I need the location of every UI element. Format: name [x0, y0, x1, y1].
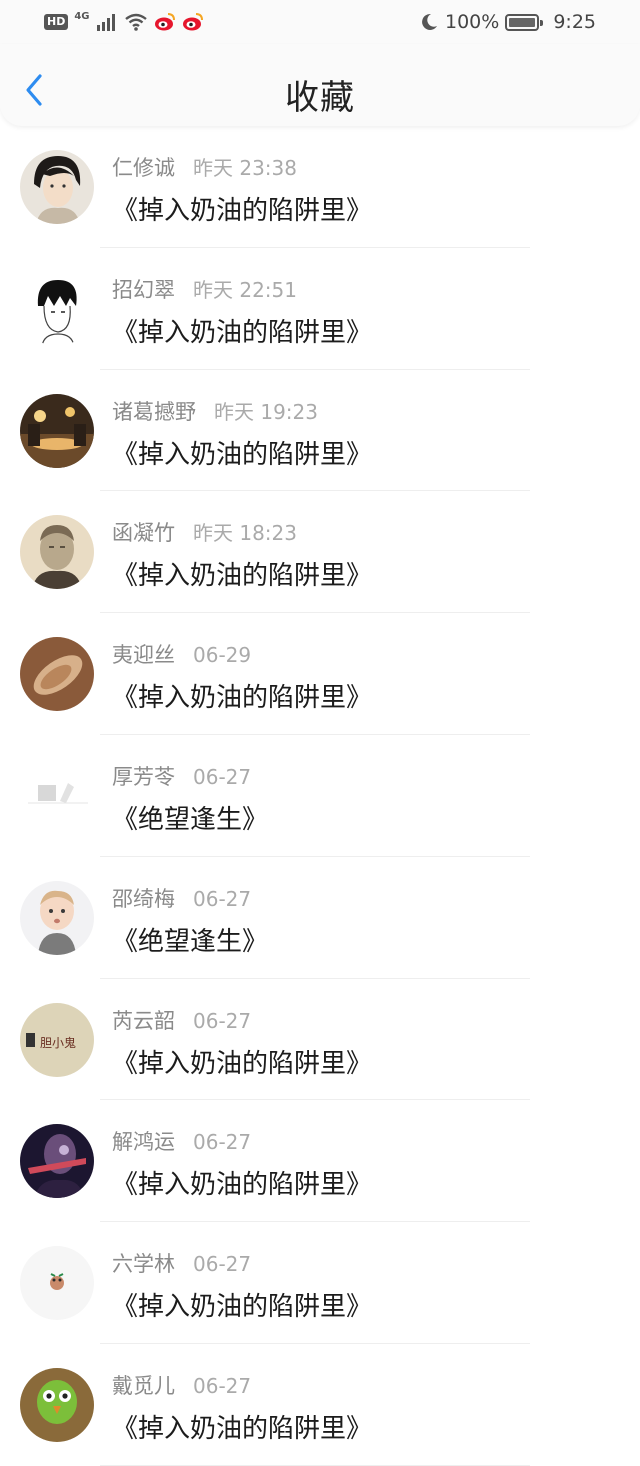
status-bar: HD 4G 100% 9:25: [0, 0, 640, 44]
favorite-title[interactable]: 《掉入奶油的陷阱里》: [112, 312, 372, 349]
list-item[interactable]: 函凝竹 昨天 18:23 《掉入奶油的陷阱里》: [0, 491, 640, 614]
item-meta: 芮云韶 06-27: [112, 1005, 251, 1035]
avatar[interactable]: [20, 1246, 94, 1321]
item-meta: 诸葛撼野 昨天 19:23: [112, 396, 318, 426]
timestamp: 06-29: [193, 643, 252, 668]
weibo-notification-icon: [182, 13, 203, 31]
favorite-title[interactable]: 《掉入奶油的陷阱里》: [112, 555, 372, 592]
favorite-title[interactable]: 《掉入奶油的陷阱里》: [112, 1286, 372, 1323]
list-item[interactable]: 厚芳苓 06-27 《绝望逢生》: [0, 735, 640, 857]
nav-header: 收藏: [0, 44, 640, 126]
user-name: 诸葛撼野: [112, 399, 196, 424]
timestamp: 06-27: [193, 1130, 252, 1155]
list-item[interactable]: 招幻翠 昨天 22:51 《掉入奶油的陷阱里》: [0, 248, 640, 370]
signal-icon: [96, 14, 115, 31]
favorite-title[interactable]: 《掉入奶油的陷阱里》: [112, 434, 372, 471]
weibo-notification-icon: [154, 13, 175, 31]
timestamp: 昨天 22:51: [193, 277, 297, 302]
timestamp: 昨天 23:38: [193, 156, 297, 180]
timestamp: 06-27: [193, 1373, 252, 1398]
battery-percent: 100%: [445, 11, 500, 33]
list-item[interactable]: 六学林 06-27 《掉入奶油的陷阱里》: [0, 1222, 640, 1344]
avatar[interactable]: [20, 1367, 94, 1442]
favorite-title[interactable]: 《掉入奶油的陷阱里》: [112, 1408, 372, 1445]
hd-icon: HD: [44, 14, 69, 30]
avatar[interactable]: [20, 150, 94, 224]
avatar[interactable]: [20, 271, 94, 346]
network-type: 4G: [74, 10, 90, 22]
status-bar-right: 100% 9:25: [419, 11, 596, 33]
user-name: 夷迎丝: [112, 643, 175, 668]
list-item[interactable]: 诸葛撼野 昨天 19:23 《掉入奶油的陷阱里》: [0, 370, 640, 492]
item-meta: 厚芳苓 06-27: [112, 761, 251, 791]
timestamp: 06-27: [193, 1008, 252, 1033]
item-meta: 六学林 06-27: [112, 1248, 251, 1278]
timestamp: 昨天 19:23: [214, 399, 318, 424]
avatar[interactable]: [20, 1124, 94, 1199]
battery-icon: [505, 13, 544, 31]
timestamp: 06-27: [193, 764, 252, 789]
list-item[interactable]: 解鸿运 06-27 《掉入奶油的陷阱里》: [0, 1100, 640, 1223]
item-meta: 邵绮梅 06-27: [112, 883, 251, 913]
avatar[interactable]: [20, 880, 94, 955]
avatar[interactable]: 胆小鬼: [20, 1002, 94, 1077]
list-item[interactable]: 胆小鬼 芮云韶 06-27 《掉入奶油的陷阱里》: [0, 979, 640, 1101]
favorite-title[interactable]: 《绝望逢生》: [112, 921, 268, 958]
list-item[interactable]: 仁修诚 昨天 23:38 《掉入奶油的陷阱里》: [0, 126, 640, 248]
avatar[interactable]: [20, 515, 94, 590]
page-title: 收藏: [285, 78, 355, 118]
user-name: 芮云韶: [112, 1008, 175, 1033]
avatar[interactable]: [20, 637, 94, 712]
do-not-disturb-moon-icon: [422, 13, 437, 30]
user-name: 邵绮梅: [112, 886, 175, 911]
item-meta: 招幻翠 昨天 22:51: [112, 274, 297, 304]
user-name: 解鸿运: [112, 1130, 175, 1155]
favorite-title[interactable]: 《掉入奶油的陷阱里》: [112, 1043, 372, 1080]
favorite-title[interactable]: 《掉入奶油的陷阱里》: [112, 677, 372, 714]
list-item[interactable]: 邵绮梅 06-27 《绝望逢生》: [0, 857, 640, 979]
list-item[interactable]: 戴觅儿 06-27 《掉入奶油的陷阱里》: [0, 1344, 640, 1466]
timestamp: 06-27: [193, 1252, 252, 1277]
user-name: 厚芳苓: [112, 764, 175, 789]
user-name: 六学林: [112, 1252, 175, 1277]
item-meta: 夷迎丝 06-29: [112, 639, 251, 669]
item-meta: 戴觅儿 06-27: [112, 1370, 251, 1400]
timestamp: 昨天 18:23: [193, 521, 297, 546]
item-meta: 函凝竹 昨天 18:23: [112, 517, 297, 547]
timestamp: 06-27: [193, 886, 252, 911]
status-bar-left: HD 4G: [44, 10, 204, 32]
avatar-text: 胆小鬼: [40, 1035, 76, 1050]
item-meta: 仁修诚 昨天 23:38: [112, 152, 297, 182]
favorites-list: 仁修诚 昨天 23:38 《掉入奶油的陷阱里》 招幻翠 昨天 22:51 《掉入…: [0, 126, 640, 1466]
item-meta: 解鸿运 06-27: [112, 1126, 251, 1156]
user-name: 招幻翠: [112, 277, 175, 302]
user-name: 函凝竹: [112, 521, 175, 546]
avatar[interactable]: [20, 393, 94, 468]
avatar[interactable]: [20, 758, 94, 833]
user-name: 仁修诚: [112, 156, 175, 180]
clock: 9:25: [553, 11, 596, 33]
favorite-title[interactable]: 《掉入奶油的陷阱里》: [112, 190, 372, 227]
list-item[interactable]: 夷迎丝 06-29 《掉入奶油的陷阱里》: [0, 613, 640, 735]
user-name: 戴觅儿: [112, 1373, 175, 1398]
wifi-icon: [124, 13, 147, 31]
favorite-title[interactable]: 《绝望逢生》: [112, 799, 268, 836]
favorite-title[interactable]: 《掉入奶油的陷阱里》: [112, 1164, 372, 1201]
